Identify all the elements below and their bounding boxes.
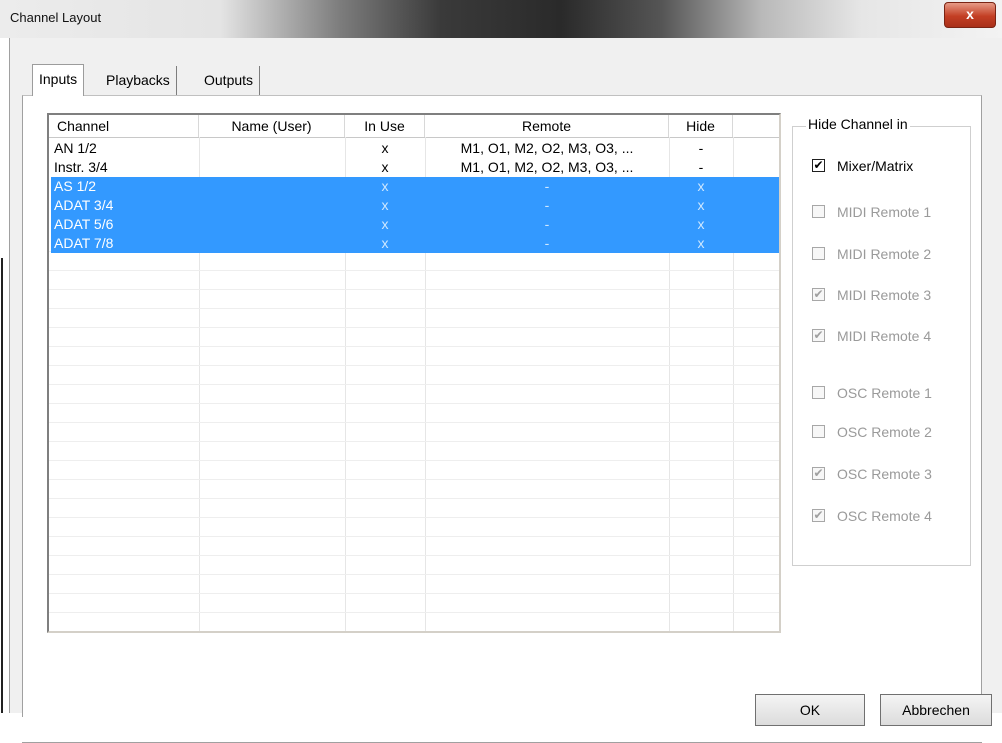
cell-channel: Instr. 3/4: [54, 159, 108, 175]
grid-row-line: [49, 422, 779, 423]
cell-channel: ADAT 3/4: [54, 197, 114, 213]
grid-row-line: [49, 384, 779, 385]
grid-row-line: [49, 346, 779, 347]
checkbox-label: MIDI Remote 2: [837, 246, 932, 262]
cell-hide: -: [698, 140, 704, 156]
cell-in-use: x: [381, 140, 389, 156]
checkbox-box: [812, 247, 825, 260]
checkbox-label: MIDI Remote 3: [837, 287, 932, 303]
checkbox-label: OSC Remote 3: [837, 466, 932, 482]
title-bar[interactable]: Channel Layout x: [0, 0, 1002, 38]
cell-hide: -: [698, 159, 704, 175]
table-row[interactable]: Instr. 3/4 x M1, O1, M2, O2, M3, O3, ... -: [51, 158, 779, 177]
checkbox-label: OSC Remote 1: [837, 385, 932, 401]
cell-channel: AN 1/2: [54, 140, 97, 156]
checkmark-icon: ✔: [812, 508, 825, 522]
channel-layout-window: Channel Layout x Inputs Playbacks Output…: [0, 0, 1002, 743]
checkbox-label: OSC Remote 4: [837, 508, 932, 524]
checkmark-icon: ✔: [812, 328, 825, 342]
cell-hide: x: [697, 235, 705, 251]
checkbox-box: [812, 386, 825, 399]
checkbox-label: Mixer/Matrix: [837, 158, 914, 174]
column-header-hide[interactable]: Hide: [669, 115, 733, 137]
grid-row-line: [49, 593, 779, 594]
checkbox-label: MIDI Remote 1: [837, 204, 932, 220]
column-header-channel[interactable]: Channel: [49, 115, 199, 137]
cell-name: [199, 215, 345, 234]
grid-row-line: [49, 365, 779, 366]
window-left-edge: [0, 38, 10, 713]
table-row[interactable]: ADAT 7/8 x - x: [51, 234, 779, 253]
channel-list[interactable]: Channel Name (User) In Use Remote Hide A…: [47, 113, 781, 633]
close-button[interactable]: x: [944, 2, 996, 28]
tab-label: Outputs: [204, 72, 254, 88]
cell-remote: -: [544, 216, 550, 232]
grid-row-line: [49, 498, 779, 499]
cell-remote: -: [544, 178, 550, 194]
hide-channel-group-title: Hide Channel in: [806, 116, 910, 132]
table-row[interactable]: ADAT 5/6 x - x: [51, 215, 779, 234]
cell-in-use: x: [381, 216, 389, 232]
grid-row-line: [49, 631, 779, 632]
grid-row-line: [49, 574, 779, 575]
checkbox-label: OSC Remote 2: [837, 424, 932, 440]
table-row[interactable]: AS 1/2 x - x: [51, 177, 779, 196]
tab-playbacks[interactable]: Playbacks: [100, 66, 177, 96]
cell-name: [199, 234, 345, 253]
window-title: Channel Layout: [10, 10, 102, 25]
checkbox-box: [812, 425, 825, 438]
grid-row-line: [49, 270, 779, 271]
cell-in-use: x: [381, 159, 389, 175]
hide-channel-group: [792, 126, 971, 566]
cell-hide: x: [697, 197, 705, 213]
cancel-button[interactable]: Abbrechen: [880, 694, 992, 726]
grid-row-line: [49, 612, 779, 613]
column-header-remote[interactable]: Remote: [425, 115, 669, 137]
tab-inputs[interactable]: Inputs: [32, 64, 85, 96]
cell-remote: M1, O1, M2, O2, M3, O3, ...: [460, 159, 634, 175]
checkmark-icon: ✔: [812, 158, 825, 172]
cell-in-use: x: [381, 197, 389, 213]
ok-button[interactable]: OK: [755, 694, 865, 726]
cell-name: [199, 196, 345, 215]
cell-remote: M1, O1, M2, O2, M3, O3, ...: [460, 140, 634, 156]
cell-remote: -: [544, 197, 550, 213]
column-header-spare: [733, 115, 779, 137]
checkmark-icon: ✔: [812, 466, 825, 480]
grid-row-line: [49, 308, 779, 309]
close-icon: x: [966, 6, 974, 22]
cell-name: [199, 158, 345, 177]
cell-remote: -: [544, 235, 550, 251]
grid-row-line: [49, 327, 779, 328]
grid-row-line: [49, 536, 779, 537]
table-row[interactable]: ADAT 3/4 x - x: [51, 196, 779, 215]
cell-in-use: x: [381, 235, 389, 251]
cell-channel: ADAT 5/6: [54, 216, 114, 232]
column-header-in-use[interactable]: In Use: [345, 115, 425, 137]
checkbox-box: [812, 205, 825, 218]
grid-row-line: [49, 289, 779, 290]
grid-row-line: [49, 555, 779, 556]
cell-name: [199, 177, 345, 196]
checkmark-icon: ✔: [812, 287, 825, 301]
grid-row-line: [49, 479, 779, 480]
cell-channel: ADAT 7/8: [54, 235, 114, 251]
tab-label: Inputs: [39, 71, 78, 87]
grid-row-line: [49, 460, 779, 461]
cell-in-use: x: [381, 178, 389, 194]
cell-name: [199, 139, 345, 158]
column-header-name[interactable]: Name (User): [199, 115, 345, 137]
tab-outputs[interactable]: Outputs: [198, 66, 261, 96]
tab-label: Playbacks: [106, 72, 170, 88]
checkbox-label: MIDI Remote 4: [837, 328, 932, 344]
grid-row-line: [49, 403, 779, 404]
table-row[interactable]: AN 1/2 x M1, O1, M2, O2, M3, O3, ... -: [51, 139, 779, 158]
cell-hide: x: [697, 178, 705, 194]
grid-row-line: [49, 441, 779, 442]
cell-channel: AS 1/2: [54, 178, 97, 194]
cell-hide: x: [697, 216, 705, 232]
grid-row-line: [49, 517, 779, 518]
list-header: Channel Name (User) In Use Remote Hide: [49, 115, 779, 138]
